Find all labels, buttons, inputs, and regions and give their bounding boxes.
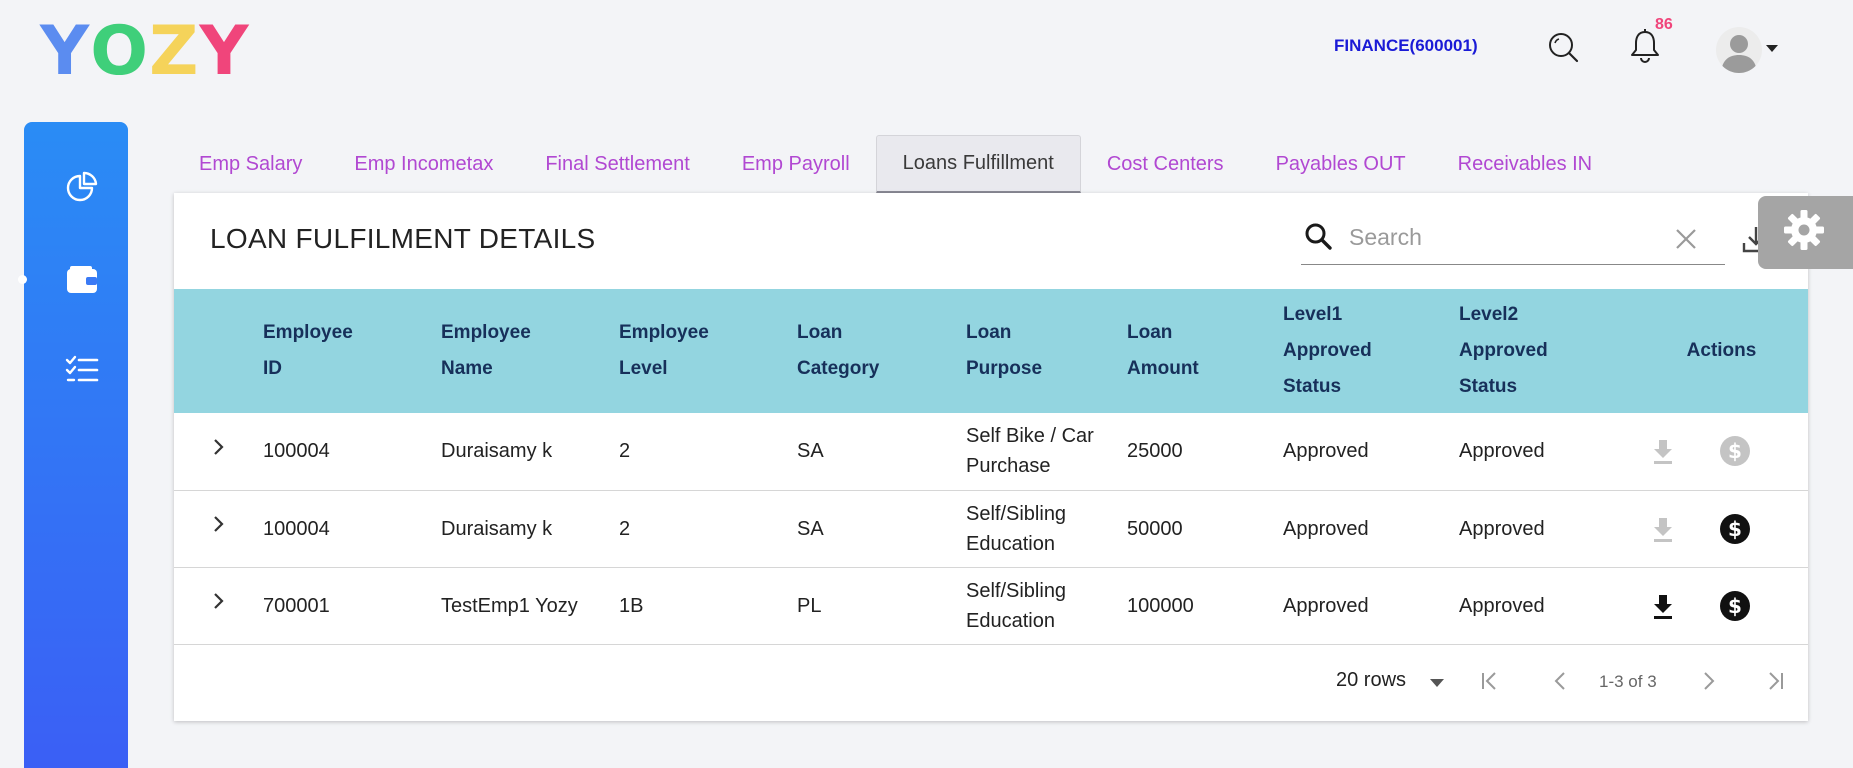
- loan-category-cell: PL: [797, 567, 966, 645]
- chevron-right-icon[interactable]: [206, 435, 230, 459]
- employee-level-cell: 2: [619, 490, 797, 568]
- avatar[interactable]: [1716, 27, 1762, 73]
- column-header[interactable]: Loan Purpose: [966, 289, 1127, 413]
- dollar-icon[interactable]: $: [1719, 513, 1751, 545]
- level1-status-cell: Approved: [1283, 567, 1459, 645]
- loan-amount-cell: 50000: [1127, 490, 1283, 568]
- employee-id-cell: 100004: [263, 413, 441, 491]
- expand-row-cell: [174, 567, 263, 645]
- table-row[interactable]: 700001 TestEmp1 Yozy 1B PL Self/Sibling Educ…: [174, 567, 1808, 645]
- notification-badge: 86: [1655, 16, 1673, 33]
- level2-status-cell: Approved: [1459, 413, 1635, 491]
- column-header[interactable]: Employee Level: [619, 289, 797, 413]
- loan-purpose-cell: Self/Sibling Education: [966, 567, 1127, 645]
- logo-letter: Z: [149, 12, 200, 91]
- search-input[interactable]: [1349, 219, 1669, 255]
- level1-status-cell: Approved: [1283, 413, 1459, 491]
- tab-loans-fulfillment[interactable]: Loans Fulfillment: [875, 135, 1081, 193]
- sidebar: [24, 122, 128, 768]
- column-header[interactable]: Employee Name: [441, 289, 619, 413]
- employee-name-cell: Duraisamy k: [441, 413, 619, 491]
- level1-status-cell: Approved: [1283, 490, 1459, 568]
- loan-category-cell: SA: [797, 490, 966, 568]
- wallet-icon[interactable]: [64, 262, 100, 298]
- employee-name-cell: Duraisamy k: [441, 490, 619, 568]
- department-label[interactable]: FINANCE(600001): [1334, 36, 1478, 56]
- pie-chart-icon[interactable]: [64, 170, 100, 206]
- dollar-icon[interactable]: $: [1719, 590, 1751, 622]
- svg-text:$: $: [1728, 439, 1742, 463]
- tab-cost-centers[interactable]: Cost Centers: [1081, 135, 1250, 193]
- pagination-bar: 20 rows 1-3 of 3: [174, 643, 1808, 721]
- rows-per-page-select[interactable]: 20 rows: [1336, 669, 1406, 692]
- expand-column-header: [174, 289, 263, 413]
- close-icon[interactable]: [1673, 226, 1699, 252]
- chevron-right-icon[interactable]: [206, 589, 230, 613]
- employee-id-cell: 700001: [263, 567, 441, 645]
- logo-letter: Y: [40, 12, 91, 91]
- column-header[interactable]: Level2 Approved Status: [1459, 289, 1635, 413]
- level2-status-cell: Approved: [1459, 567, 1635, 645]
- table-row[interactable]: 100004 Duraisamy k 2 SA Self Bike / Car Purc…: [174, 413, 1808, 491]
- previous-page-icon[interactable]: [1545, 665, 1577, 697]
- loan-table: Employee ID Employee Name Employee Level Lo…: [174, 289, 1808, 645]
- page-range: 1-3 of 3: [1599, 672, 1657, 691]
- chevron-right-icon[interactable]: [206, 512, 230, 536]
- employee-name-cell: TestEmp1 Yozy: [441, 567, 619, 645]
- level2-status-cell: Approved: [1459, 490, 1635, 568]
- search-icon[interactable]: [1546, 30, 1580, 64]
- column-header[interactable]: Loan Amount: [1127, 289, 1283, 413]
- tab-bar: Emp Salary Emp Incometax Final Settlemen…: [173, 135, 1618, 193]
- tab-final-settlement[interactable]: Final Settlement: [519, 135, 716, 193]
- logo-letter: O: [90, 12, 150, 91]
- gear-icon: [1784, 210, 1824, 250]
- svg-text:$: $: [1728, 517, 1742, 541]
- loan-amount-cell: 100000: [1127, 567, 1283, 645]
- logo-letter: Y: [199, 12, 250, 91]
- tab-emp-salary[interactable]: Emp Salary: [173, 135, 328, 193]
- next-page-icon[interactable]: [1692, 665, 1724, 697]
- settings-button[interactable]: [1758, 196, 1853, 269]
- table-header-row: Employee ID Employee Name Employee Level Lo…: [174, 289, 1808, 413]
- loan-purpose-cell: Self Bike / Car Purchase: [966, 413, 1127, 491]
- employee-level-cell: 1B: [619, 567, 797, 645]
- employee-level-cell: 2: [619, 413, 797, 491]
- expand-row-cell: [174, 413, 263, 491]
- caret-down-icon[interactable]: [1766, 45, 1778, 52]
- actions-cell: $: [1635, 490, 1808, 568]
- download-icon[interactable]: [1647, 590, 1679, 622]
- dollar-icon[interactable]: $: [1719, 435, 1751, 467]
- checklist-icon[interactable]: [64, 352, 100, 388]
- yozy-logo: Y O Z Y: [40, 18, 250, 86]
- loan-amount-cell: 25000: [1127, 413, 1283, 491]
- tab-emp-payroll[interactable]: Emp Payroll: [716, 135, 876, 193]
- download-icon[interactable]: [1647, 513, 1679, 545]
- actions-cell: $: [1635, 567, 1808, 645]
- loan-purpose-cell: Self/Sibling Education: [966, 490, 1127, 568]
- tab-receivables-in[interactable]: Receivables IN: [1432, 135, 1619, 193]
- actions-cell: $: [1635, 413, 1808, 491]
- table-row[interactable]: 100004 Duraisamy k 2 SA Self/Sibling Educati…: [174, 490, 1808, 568]
- column-header[interactable]: Loan Category: [797, 289, 966, 413]
- loan-fulfilment-card: LOAN FULFILMENT DETAILS EmployeeI: [174, 193, 1808, 721]
- tab-payables-out[interactable]: Payables OUT: [1250, 135, 1432, 193]
- search-icon: [1303, 221, 1335, 253]
- column-header[interactable]: Employee ID: [263, 289, 441, 413]
- actions-column-header: Actions: [1686, 340, 1757, 361]
- loan-category-cell: SA: [797, 413, 966, 491]
- svg-text:$: $: [1728, 594, 1742, 618]
- caret-down-icon[interactable]: [1430, 679, 1444, 687]
- download-icon[interactable]: [1647, 435, 1679, 467]
- last-page-icon[interactable]: [1759, 665, 1791, 697]
- column-header[interactable]: Level1 Approved Status: [1283, 289, 1459, 413]
- search-box: [1301, 213, 1725, 265]
- active-indicator: [18, 275, 27, 284]
- first-page-icon[interactable]: [1474, 665, 1506, 697]
- page-title: LOAN FULFILMENT DETAILS: [210, 223, 596, 254]
- employee-id-cell: 100004: [263, 490, 441, 568]
- tab-emp-incometax[interactable]: Emp Incometax: [328, 135, 519, 193]
- expand-row-cell: [174, 490, 263, 568]
